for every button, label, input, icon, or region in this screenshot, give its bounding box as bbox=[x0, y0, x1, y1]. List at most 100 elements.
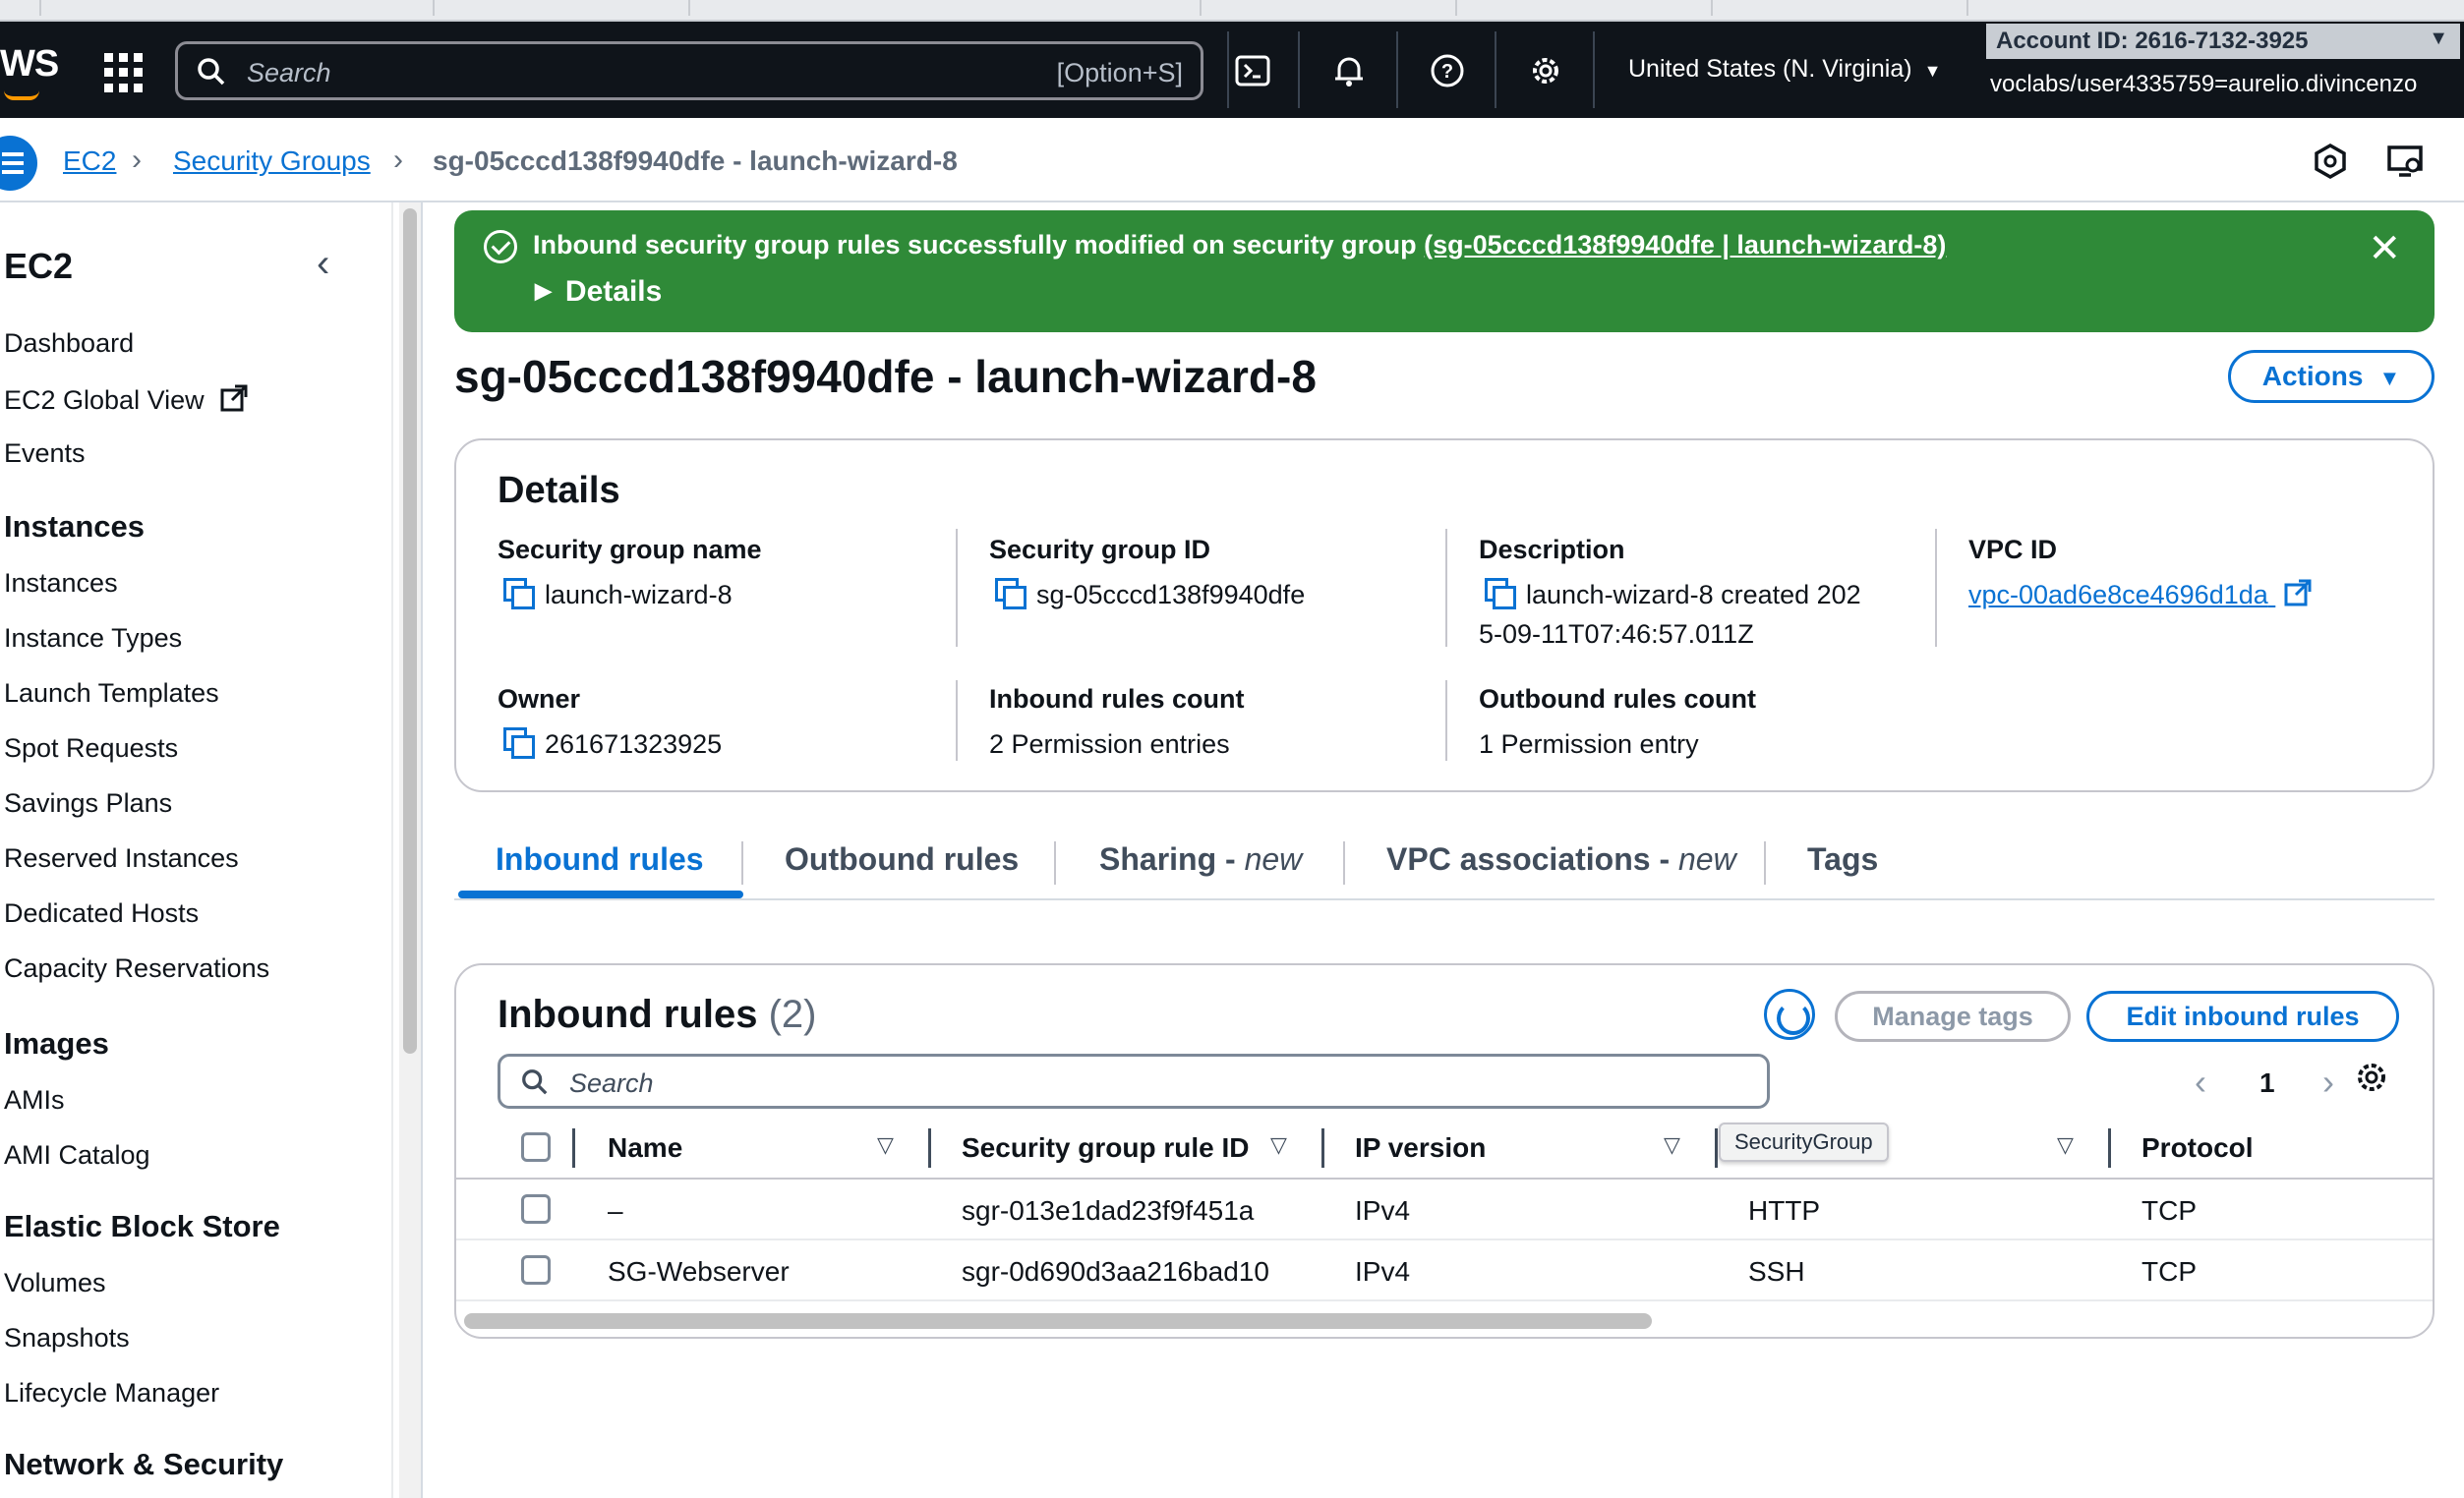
column-divider bbox=[1445, 529, 1447, 647]
tab-inbound-rules[interactable]: Inbound rules bbox=[496, 841, 704, 878]
manage-tags-button: Manage tags bbox=[1835, 991, 2071, 1042]
table-row[interactable]: – sgr-013e1dad23f9f451a IPv4 HTTP TCP bbox=[456, 1180, 2433, 1240]
nav-divider bbox=[1593, 31, 1595, 108]
sidebar-item-snapshots[interactable]: Snapshots bbox=[4, 1323, 130, 1354]
chevron-down-icon: ▼ bbox=[1923, 61, 1942, 81]
outbound-count-field: Outbound rules count 1 Permission entry bbox=[1479, 684, 1756, 764]
edit-inbound-rules-button[interactable]: Edit inbound rules bbox=[2086, 991, 2399, 1042]
column-divider bbox=[956, 680, 958, 761]
display-preferences-icon[interactable] bbox=[2385, 142, 2425, 181]
chevron-right-icon: › bbox=[393, 144, 403, 176]
sidebar-item-launch-templates[interactable]: Launch Templates bbox=[4, 678, 219, 709]
table-horizontal-scrollbar[interactable] bbox=[464, 1313, 1652, 1329]
tab-sharing-new: new bbox=[1244, 841, 1303, 877]
row-checkbox[interactable] bbox=[521, 1255, 551, 1285]
sidebar-item-dashboard[interactable]: Dashboard bbox=[4, 328, 134, 359]
breadcrumb-security-groups[interactable]: Security Groups bbox=[173, 145, 371, 177]
collapse-sidebar-icon[interactable]: ‹ bbox=[317, 242, 329, 286]
sidebar-item-volumes[interactable]: Volumes bbox=[4, 1268, 106, 1298]
sort-caret-icon[interactable]: ▽ bbox=[1270, 1132, 1287, 1158]
chevron-right-icon[interactable]: › bbox=[2322, 1062, 2334, 1103]
column-header-ip-version[interactable]: IP version bbox=[1355, 1132, 1486, 1164]
services-grid-icon[interactable] bbox=[104, 53, 144, 92]
copy-icon[interactable] bbox=[503, 578, 535, 609]
description-field: Description launch-wizard-8 created 202 5… bbox=[1479, 535, 1861, 654]
sort-caret-icon[interactable]: ▽ bbox=[2057, 1132, 2074, 1158]
account-id-bar[interactable]: Account ID: 2616-7132-3925 ▼ bbox=[1986, 24, 2460, 59]
copy-icon[interactable] bbox=[995, 578, 1027, 609]
settings-gear-icon[interactable] bbox=[1524, 49, 1567, 92]
tab-vpc-associations[interactable]: VPC associations - new bbox=[1386, 841, 1736, 878]
refresh-icon[interactable] bbox=[1764, 989, 1815, 1040]
sidebar-item-dedicated-hosts[interactable]: Dedicated Hosts bbox=[4, 898, 199, 929]
cloudshell-icon[interactable] bbox=[1231, 49, 1274, 92]
flash-message: Inbound security group rules successfull… bbox=[533, 230, 1946, 260]
success-check-icon bbox=[484, 230, 517, 263]
copy-icon[interactable] bbox=[503, 727, 535, 759]
sidebar-scrollbar[interactable] bbox=[399, 202, 423, 1498]
sidebar-item-spot-requests[interactable]: Spot Requests bbox=[4, 733, 178, 764]
column-header-rule-id[interactable]: Security group rule ID bbox=[962, 1132, 1250, 1164]
sidebar-item-savings-plans[interactable]: Savings Plans bbox=[4, 788, 172, 819]
chevron-down-icon: ▼ bbox=[2429, 28, 2448, 49]
scrollbar-thumb[interactable] bbox=[403, 208, 417, 1054]
vpc-id-link[interactable]: vpc-00ad6e8ce4696d1da bbox=[1968, 575, 2313, 614]
feedback-hexagon-icon[interactable] bbox=[2311, 142, 2350, 181]
cell-name: – bbox=[608, 1195, 623, 1226]
flash-sg-link[interactable]: (sg-05cccd138f9940dfe | launch-wizard-8) bbox=[1424, 230, 1946, 259]
search-placeholder: Search bbox=[247, 58, 331, 87]
chevron-left-icon[interactable]: ‹ bbox=[2195, 1062, 2206, 1103]
page-title: sg-05cccd138f9940dfe - launch-wizard-8 bbox=[454, 351, 1317, 402]
vpc-id-label: VPC ID bbox=[1968, 535, 2058, 564]
sg-id-label: Security group ID bbox=[989, 535, 1211, 564]
aws-logo-text: WS bbox=[0, 43, 59, 85]
tab-divider bbox=[741, 841, 743, 885]
sidebar-item-ami-catalog[interactable]: AMI Catalog bbox=[4, 1140, 150, 1171]
flash-details-toggle[interactable]: ▶ Details bbox=[535, 275, 662, 309]
breadcrumb-ec2[interactable]: EC2 bbox=[63, 145, 116, 177]
page-number[interactable]: 1 bbox=[2259, 1067, 2275, 1099]
aws-logo[interactable]: WS bbox=[0, 43, 59, 86]
select-all-checkbox[interactable] bbox=[521, 1132, 551, 1162]
global-search-input[interactable]: Search [Option+S] bbox=[175, 41, 1203, 100]
tab-sharing[interactable]: Sharing - new bbox=[1099, 841, 1302, 878]
notifications-bell-icon[interactable] bbox=[1327, 49, 1371, 92]
inbound-count-field: Inbound rules count 2 Permission entries bbox=[989, 684, 1244, 764]
copy-icon[interactable] bbox=[1485, 578, 1516, 609]
inbound-rules-count: (2) bbox=[768, 993, 817, 1036]
external-link-icon bbox=[220, 384, 248, 412]
actions-button[interactable]: Actions ▼ bbox=[2228, 350, 2435, 403]
search-icon bbox=[522, 1069, 548, 1095]
sidebar-item-reserved-instances[interactable]: Reserved Instances bbox=[4, 843, 239, 874]
rules-search-input[interactable]: Search bbox=[498, 1054, 1770, 1109]
menu-toggle-icon[interactable] bbox=[0, 136, 37, 191]
column-header-protocol[interactable]: Protocol bbox=[2141, 1132, 2254, 1164]
table-preferences-gear-icon[interactable] bbox=[2352, 1058, 2391, 1097]
chevron-down-icon: ▼ bbox=[2378, 366, 2401, 390]
nav-divider bbox=[1227, 31, 1229, 108]
sidebar-item-instances[interactable]: Instances bbox=[4, 568, 118, 599]
account-menu[interactable]: Account ID: 2616-7132-3925 ▼ voclabs/user… bbox=[1978, 22, 2460, 118]
sidebar-item-amis[interactable]: AMIs bbox=[4, 1085, 65, 1116]
tab-outbound-rules[interactable]: Outbound rules bbox=[785, 841, 1019, 878]
details-panel: Details Security group name launch-wizar… bbox=[454, 438, 2435, 792]
row-checkbox[interactable] bbox=[521, 1194, 551, 1224]
help-icon[interactable]: ? bbox=[1426, 49, 1469, 92]
sort-caret-icon[interactable]: ▽ bbox=[877, 1132, 894, 1158]
sidebar-item-lifecycle-manager[interactable]: Lifecycle Manager bbox=[4, 1378, 219, 1409]
sidebar-item-instance-types[interactable]: Instance Types bbox=[4, 623, 182, 654]
cell-type: HTTP bbox=[1748, 1195, 1821, 1226]
table-row[interactable]: SG-Webserver sgr-0d690d3aa216bad10 IPv4 … bbox=[456, 1240, 2433, 1301]
column-header-name[interactable]: Name bbox=[608, 1132, 682, 1164]
tab-tags[interactable]: Tags bbox=[1807, 841, 1878, 878]
sidebar-item-capacity-reservations[interactable]: Capacity Reservations bbox=[4, 953, 269, 984]
sort-caret-icon[interactable]: ▽ bbox=[1664, 1132, 1680, 1158]
cell-ip-version: IPv4 bbox=[1355, 1195, 1411, 1226]
external-link-icon bbox=[2284, 579, 2312, 606]
region-selector[interactable]: United States (N. Virginia) ▼ bbox=[1628, 55, 1941, 84]
close-icon[interactable]: ✕ bbox=[2368, 226, 2401, 271]
column-divider bbox=[1935, 529, 1937, 647]
sidebar-item-events[interactable]: Events bbox=[4, 438, 86, 469]
table-header: Name ▽ Security group rule ID ▽ IP versi… bbox=[456, 1119, 2433, 1180]
sidebar-item-global-view[interactable]: EC2 Global View bbox=[4, 383, 249, 416]
